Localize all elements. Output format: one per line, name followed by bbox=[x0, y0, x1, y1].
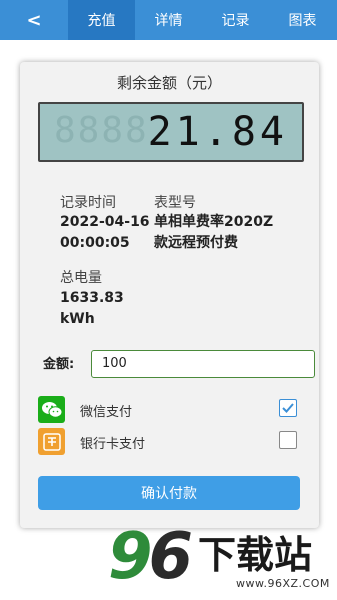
record-time-value: 00:00:05 bbox=[60, 235, 130, 251]
watermark-text: 下载站 bbox=[198, 533, 313, 577]
record-time-label: 记录时间 bbox=[60, 195, 116, 211]
meter-type-label: 表型号 bbox=[154, 195, 196, 211]
watermark-url: www.96XZ.COM bbox=[236, 577, 330, 590]
tab-details[interactable]: 详情 bbox=[135, 0, 202, 40]
total-power-value: 1633.83 bbox=[60, 290, 124, 306]
wechat-icon bbox=[38, 396, 65, 423]
balance-title: 剩余金额（元） bbox=[116, 74, 222, 92]
checkmark-icon bbox=[282, 403, 294, 413]
watermark-logo: 96 bbox=[108, 520, 193, 594]
total-power-label: 总电量 bbox=[60, 270, 102, 286]
tab-charts[interactable]: 图表 bbox=[269, 0, 336, 40]
meter-type-line2: 款远程预付费 bbox=[154, 235, 238, 251]
wechat-pay-checkbox[interactable] bbox=[279, 399, 297, 417]
bank-card-pay-option[interactable]: 银行卡支付 bbox=[38, 428, 300, 456]
balance-lcd-display: 8888 21.84 bbox=[38, 102, 304, 162]
bank-card-pay-label: 银行卡支付 bbox=[80, 437, 146, 452]
bank-card-icon bbox=[38, 428, 65, 455]
back-arrow-icon: < bbox=[26, 9, 42, 31]
bank-card-pay-checkbox[interactable] bbox=[279, 431, 297, 449]
balance-amount: 21.84 bbox=[147, 109, 288, 155]
back-button[interactable]: < bbox=[0, 0, 68, 40]
top-nav-bar: < 充值 详情 记录 图表 bbox=[0, 0, 337, 40]
total-power-unit: kWh bbox=[60, 311, 95, 327]
wechat-pay-label: 微信支付 bbox=[80, 405, 133, 420]
recharge-card: 剩余金额（元） 8888 21.84 记录时间 2022-04-16 00:00… bbox=[20, 62, 319, 528]
confirm-payment-button[interactable]: 确认付款 bbox=[38, 476, 300, 510]
wechat-pay-option[interactable]: 微信支付 bbox=[38, 396, 300, 424]
tab-recharge[interactable]: 充值 bbox=[68, 0, 135, 40]
lcd-ghost-digits: 8888 bbox=[54, 110, 149, 151]
site-watermark: 96 下载站 www.96XZ.COM bbox=[104, 520, 334, 598]
amount-label: 金额: bbox=[43, 357, 75, 372]
record-date-value: 2022-04-16 bbox=[60, 214, 150, 230]
amount-input[interactable]: 100 bbox=[91, 350, 315, 378]
tab-records[interactable]: 记录 bbox=[202, 0, 269, 40]
meter-type-line1: 单相单费率2020Z bbox=[154, 214, 274, 230]
